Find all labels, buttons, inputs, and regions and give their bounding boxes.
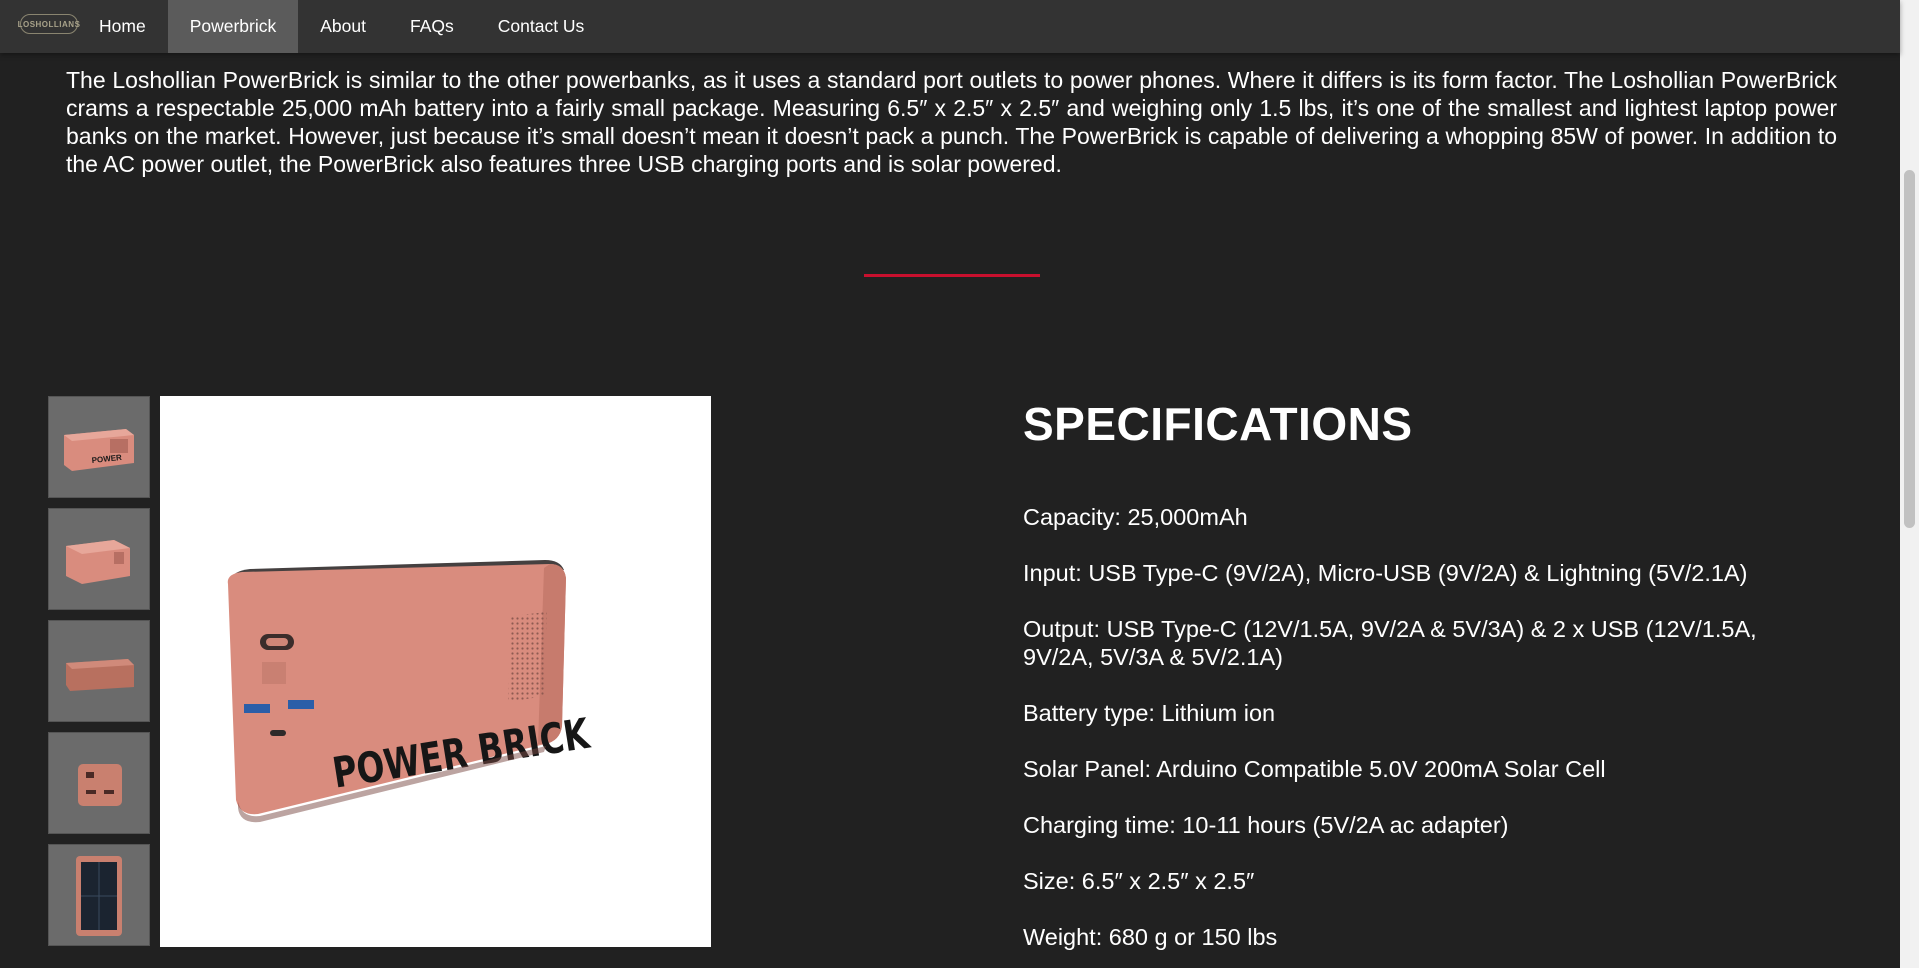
nav-home[interactable]: Home — [77, 0, 168, 53]
powerbrick-thumb-icon: POWER — [64, 429, 134, 471]
spec-solar-panel: Solar Panel: Arduino Compatible 5.0V 200… — [1023, 756, 1606, 782]
spec-size: Size: 6.5″ x 2.5″ x 2.5″ — [1023, 868, 1255, 894]
powerbrick-thumb-icon — [66, 540, 130, 584]
solar-panel-icon — [76, 856, 122, 936]
thumbnail-front-angle[interactable]: POWER — [48, 396, 150, 498]
section-divider — [864, 274, 1040, 277]
logo[interactable]: LOSHOLLIANS — [17, 14, 81, 34]
intro-paragraph: The Loshollian PowerBrick is similar to … — [66, 67, 1837, 177]
spec-charging-time: Charging time: 10-11 hours (5V/2A ac ada… — [1023, 812, 1509, 838]
thumbnail-solar-panel[interactable] — [48, 844, 150, 946]
nav-faqs[interactable]: FAQs — [388, 0, 476, 53]
nav-about[interactable]: About — [298, 0, 388, 53]
spec-weight: Weight: 680 g or 150 lbs — [1023, 924, 1278, 950]
scrollbar-thumb[interactable] — [1904, 170, 1915, 528]
page: LOSHOLLIANS Home Powerbrick About FAQs C… — [0, 0, 1919, 968]
specifications-heading: SPECIFICATIONS — [1023, 398, 1413, 450]
logo-text: LOSHOLLIANS — [17, 19, 81, 29]
spec-battery-type: Battery type: Lithium ion — [1023, 700, 1276, 726]
powerbrick-thumb-icon — [66, 659, 134, 691]
spec-input: Input: USB Type-C (9V/2A), Micro-USB (9V… — [1023, 560, 1748, 586]
product-main-image[interactable]: POWER BRICK — [160, 396, 711, 947]
nav-links: Home Powerbrick About FAQs Contact Us — [99, 0, 606, 53]
thumbnail-side-angle[interactable] — [48, 508, 150, 610]
navbar: LOSHOLLIANS Home Powerbrick About FAQs C… — [0, 0, 1900, 53]
powerbrick-thumb-icon — [78, 764, 122, 806]
powerbrick-product-image: POWER BRICK — [227, 560, 594, 823]
thumbnail-back[interactable] — [48, 620, 150, 722]
nav-powerbrick[interactable]: Powerbrick — [167, 0, 299, 53]
spec-output: Output: USB Type-C (12V/1.5A, 9V/2A & 5V… — [1023, 616, 1757, 670]
nav-contact-us[interactable]: Contact Us — [476, 0, 607, 53]
spec-capacity: Capacity: 25,000mAh — [1023, 504, 1248, 530]
thumbnail-end[interactable] — [48, 732, 150, 834]
specifications-list: Capacity: 25,000mAh Input: USB Type-C (9… — [1023, 503, 1823, 968]
